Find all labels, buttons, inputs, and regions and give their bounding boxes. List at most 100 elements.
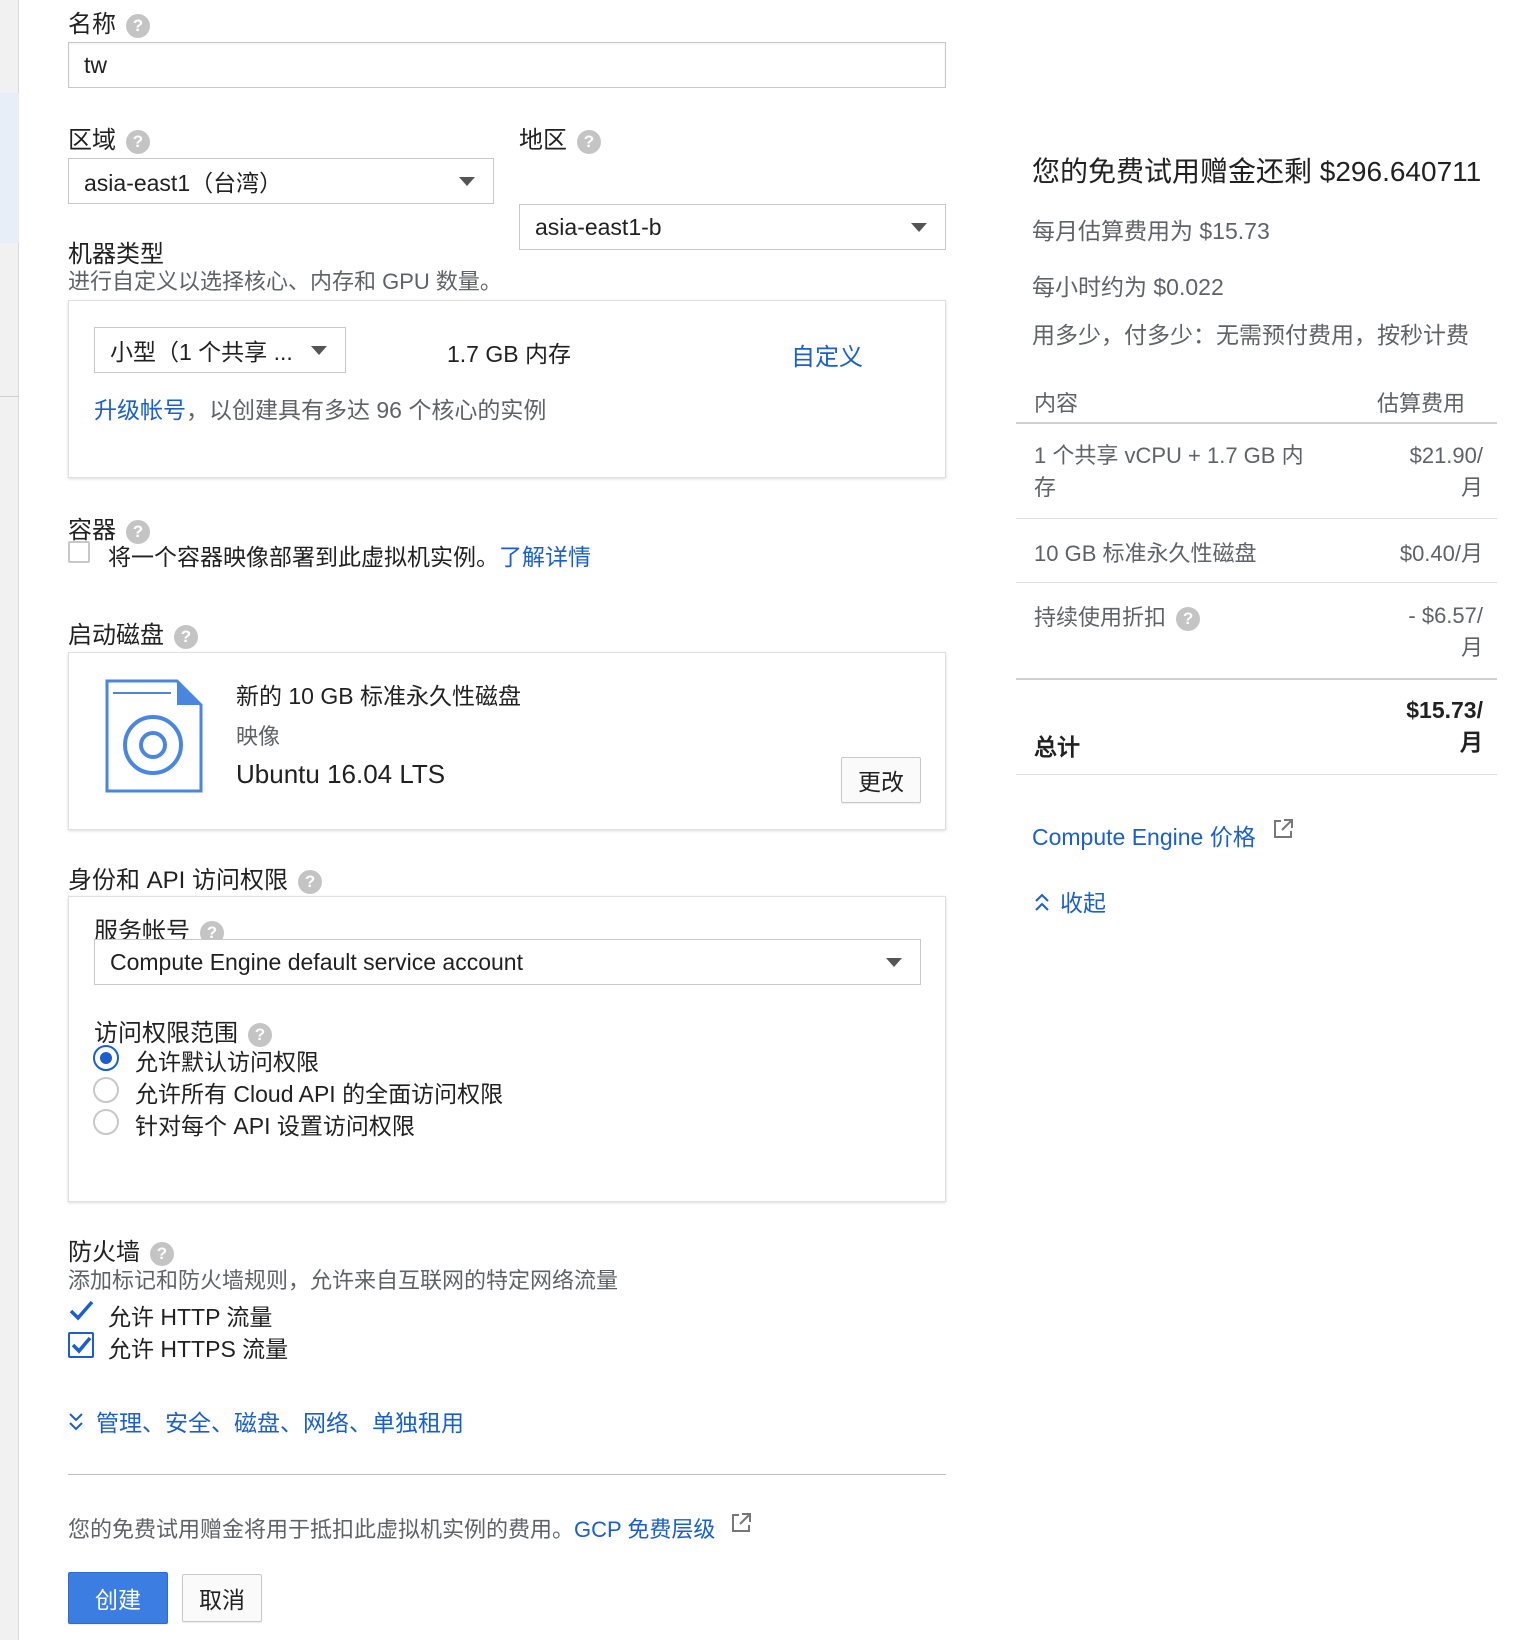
row-cost-line: 月 — [1460, 635, 1483, 660]
name-label: 名称 — [68, 11, 116, 38]
pay-as-you-go-note: 用多少，付多少：无需预付费用，按秒计费 — [1032, 322, 1469, 348]
service-account-select[interactable]: Compute Engine default service account — [94, 939, 921, 985]
region-label-row: 区域? — [68, 120, 150, 155]
pricing-link-row[interactable]: Compute Engine 价格 — [1032, 818, 1294, 852]
external-link-icon — [730, 1512, 752, 1540]
boot-disk-image-label: 映像 — [236, 724, 281, 749]
http-checkbox[interactable] — [68, 1298, 94, 1324]
firewall-label-row: 防火墙? — [68, 1232, 174, 1267]
upgrade-row: 升级帐号，以创建具有多达 96 个核心的实例 — [94, 391, 546, 425]
row-cost: $0.40/月 — [1399, 541, 1483, 566]
create-button[interactable]: 创建 — [68, 1572, 168, 1624]
monthly-estimate: 每月估算费用为 $15.73 — [1032, 218, 1270, 244]
row-cost: - $6.57/ 月 — [1377, 600, 1483, 664]
machine-memory: 1.7 GB 内存 — [447, 341, 571, 367]
change-disk-button[interactable]: 更改 — [841, 757, 921, 803]
left-nav-rail — [0, 0, 19, 1640]
compute-engine-pricing-link[interactable]: Compute Engine 价格 — [1032, 824, 1256, 850]
identity-label-row: 身份和 API 访问权限? — [68, 860, 323, 895]
container-checkbox-label: 将一个容器映像部署到此虚拟机实例。 — [108, 544, 499, 570]
gcp-free-tier-link[interactable]: GCP 免费层级 — [574, 1517, 715, 1542]
row-item-row: 持续使用折扣? — [1034, 600, 1201, 632]
help-icon[interactable]: ? — [126, 13, 150, 38]
https-checkbox[interactable] — [68, 1332, 94, 1358]
row-item: 10 GB 标准永久性磁盘 — [1034, 541, 1257, 566]
region-label: 区域 — [68, 127, 116, 154]
credit-remaining: 您的免费试用赠金还剩 $296.640711 — [1032, 156, 1482, 187]
collapse-label: 收起 — [1060, 890, 1106, 916]
upgrade-text: ，以创建具有多达 96 个核心的实例 — [186, 397, 547, 423]
machine-type-value: 小型（1 个共享 ... — [110, 339, 293, 365]
help-icon[interactable]: ? — [126, 129, 150, 154]
help-icon[interactable]: ? — [577, 129, 601, 154]
scope-option-label: 允许所有 Cloud API 的全面访问权限 — [135, 1081, 504, 1107]
container-checkbox[interactable] — [68, 541, 90, 563]
row-cost-line: 月 — [1460, 475, 1483, 500]
total-cost-line: $15.73/ — [1406, 697, 1483, 723]
zone-label-row: 地区? — [519, 120, 601, 155]
identity-card: 服务帐号? Compute Engine default service acc… — [68, 896, 946, 1202]
learn-more-link[interactable]: 了解详情 — [499, 544, 591, 570]
dropdown-caret-icon — [311, 346, 327, 355]
footer-note: 您的免费试用赠金将用于抵扣此虚拟机实例的费用。 — [68, 1517, 575, 1542]
machine-type-card: 小型（1 个共享 ... 1.7 GB 内存 自定义 升级帐号，以创建具有多达 … — [68, 300, 946, 478]
scope-radio-default[interactable] — [93, 1045, 119, 1071]
scope-radio-per-api[interactable] — [93, 1109, 119, 1135]
help-icon[interactable]: ? — [298, 869, 323, 894]
hourly-estimate: 每小时约为 $0.022 — [1032, 274, 1224, 300]
name-input[interactable]: tw — [68, 42, 946, 88]
row-divider — [1016, 518, 1497, 519]
dropdown-caret-icon — [911, 223, 927, 232]
collapse-chevron-icon — [1034, 891, 1050, 918]
scope-radio-full[interactable] — [93, 1077, 119, 1103]
help-icon[interactable]: ? — [174, 624, 198, 649]
boot-disk-title: 新的 10 GB 标准永久性磁盘 — [236, 683, 521, 709]
name-label-row: 名称? — [68, 4, 150, 39]
left-nav-highlight — [0, 93, 19, 243]
row-divider — [1016, 582, 1497, 583]
row-divider — [1016, 774, 1497, 775]
total-label: 总计 — [1034, 734, 1080, 760]
boot-disk-card: 新的 10 GB 标准永久性磁盘 映像 Ubuntu 16.04 LTS 更改 — [68, 652, 946, 830]
machine-type-select[interactable]: 小型（1 个共享 ... — [94, 327, 346, 373]
row-cost-line: - $6.57/ — [1408, 603, 1483, 628]
customize-link[interactable]: 自定义 — [791, 337, 863, 372]
dropdown-caret-icon — [886, 958, 902, 967]
scope-option-label: 针对每个 API 设置访问权限 — [135, 1113, 415, 1139]
advanced-options-link[interactable]: 管理、安全、磁盘、网络、单独租用 — [68, 1404, 464, 1438]
disk-icon — [105, 679, 203, 793]
region-select[interactable]: asia-east1（台湾） — [68, 158, 494, 204]
collapse-link[interactable]: 收起 — [1034, 884, 1106, 918]
col-item-header: 内容 — [1034, 391, 1079, 416]
left-nav-divider — [0, 396, 19, 397]
https-checkbox-label: 允许 HTTPS 流量 — [108, 1336, 289, 1362]
zone-label: 地区 — [519, 127, 567, 154]
boot-disk-label-row: 启动磁盘? — [68, 615, 198, 650]
footer-divider — [68, 1474, 946, 1475]
row-cost: $21.90/ 月 — [1377, 440, 1483, 504]
row-cost-line: $21.90/ — [1409, 443, 1483, 468]
row-divider — [1016, 678, 1497, 680]
cancel-button[interactable]: 取消 — [182, 1574, 262, 1622]
total-cost: $15.73/ 月 — [1377, 694, 1483, 758]
firewall-description: 添加标记和防火墙规则，允许来自互联网的特定网络流量 — [68, 1268, 619, 1293]
dropdown-caret-icon — [459, 177, 475, 186]
upgrade-account-link[interactable]: 升级帐号 — [94, 397, 186, 423]
row-item: 1 个共享 vCPU + 1.7 GB 内 — [1034, 443, 1304, 468]
help-icon[interactable]: ? — [1176, 607, 1201, 632]
zone-select[interactable]: asia-east1-b — [519, 204, 946, 250]
expand-chevron-icon — [68, 1411, 84, 1438]
scope-option-label: 允许默认访问权限 — [135, 1049, 319, 1075]
boot-disk-image: Ubuntu 16.04 LTS — [236, 759, 446, 789]
boot-disk-label: 启动磁盘 — [68, 622, 164, 649]
identity-label: 身份和 API 访问权限 — [68, 867, 289, 894]
machine-type-description: 进行自定义以选择核心、内存和 GPU 数量。 — [68, 269, 502, 294]
total-cost-line: 月 — [1460, 729, 1483, 755]
advanced-options-label: 管理、安全、磁盘、网络、单独租用 — [96, 1410, 464, 1436]
region-value: asia-east1（台湾） — [84, 170, 283, 196]
service-account-value: Compute Engine default service account — [110, 948, 523, 975]
row-item: 存 — [1034, 475, 1057, 500]
external-link-icon — [1272, 818, 1294, 846]
table-header-divider — [1016, 422, 1497, 424]
zone-value: asia-east1-b — [535, 213, 662, 240]
